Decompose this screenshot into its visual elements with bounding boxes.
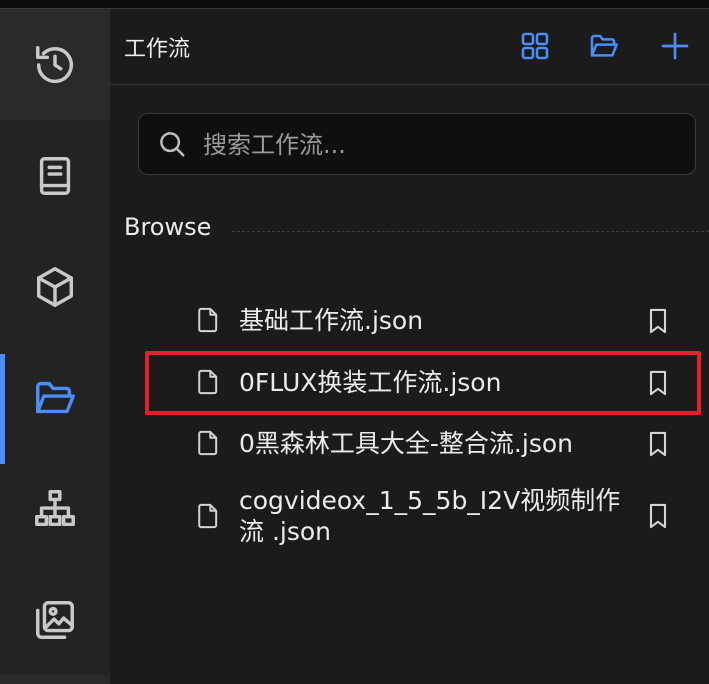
browse-heading: Browse <box>124 213 212 241</box>
panel-title: 工作流 <box>124 37 191 62</box>
sidebar-rail <box>0 9 110 684</box>
rail-gallery-button[interactable] <box>0 564 110 675</box>
rail-workflows-button[interactable] <box>0 342 110 453</box>
bookmark-icon[interactable] <box>644 367 672 399</box>
file-name: cogvideox_1_5_5b_I2V视频制作流 .json <box>239 486 621 546</box>
file-name: 基础工作流.json <box>239 306 424 335</box>
workflow-panel: 工作流 Browse <box>110 9 709 684</box>
rail-library-button[interactable] <box>0 120 110 231</box>
file-name: 0FLUX换装工作流.json <box>239 368 502 397</box>
file-icon <box>198 369 218 395</box>
search-input[interactable] <box>201 122 685 168</box>
search-icon <box>160 132 185 157</box>
bookmark-icon[interactable] <box>644 500 672 532</box>
folder-open-icon <box>590 34 618 57</box>
workflow-file-item[interactable]: 0黑森林工具大全-整合流.json <box>194 428 674 460</box>
file-name: 0黑森林工具大全-整合流.json <box>239 429 573 458</box>
folder-open-icon <box>36 381 75 413</box>
browse-divider <box>232 231 709 232</box>
workflow-file-item[interactable]: 基础工作流.json <box>194 305 674 337</box>
rail-models-button[interactable] <box>0 231 110 342</box>
file-icon <box>198 430 218 456</box>
history-icon <box>36 45 73 83</box>
bookmark-icon[interactable] <box>644 305 672 337</box>
file-icon <box>198 503 218 529</box>
panel-header: 工作流 <box>110 9 709 85</box>
open-folder-button[interactable] <box>587 29 621 63</box>
window-top-strip <box>0 0 709 9</box>
rail-history-button[interactable] <box>0 9 110 120</box>
images-icon <box>36 600 74 639</box>
cube-icon <box>36 266 74 307</box>
grid-view-button[interactable] <box>518 29 552 63</box>
active-indicator <box>0 354 5 464</box>
workflow-file-item[interactable]: cogvideox_1_5_5b_I2V视频制作流 .json <box>194 483 674 553</box>
plus-icon <box>661 32 689 60</box>
search-box <box>138 113 696 175</box>
bookmark-icon[interactable] <box>644 428 672 460</box>
book-icon <box>39 156 71 195</box>
rail-nodes-button[interactable] <box>0 453 110 564</box>
sitemap-icon <box>35 489 75 526</box>
workflow-file-item[interactable]: 0FLUX换装工作流.json <box>194 367 674 399</box>
new-workflow-button[interactable] <box>658 29 692 63</box>
grid-icon <box>521 32 549 60</box>
file-icon <box>198 307 218 333</box>
